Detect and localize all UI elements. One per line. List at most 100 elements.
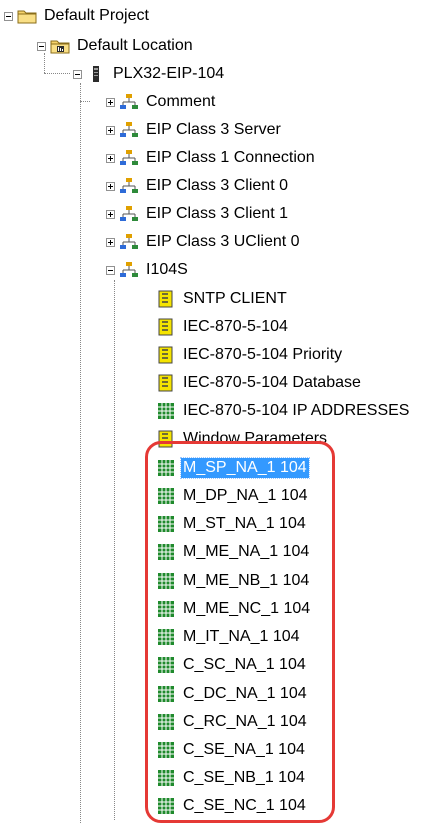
tree-node-eip-class1-connection[interactable]: EIP Class 1 Connection xyxy=(106,146,317,170)
tree-node-label: IEC-870-5-104 Priority xyxy=(183,346,343,363)
grid-table-icon xyxy=(156,487,176,505)
grid-table-icon xyxy=(156,628,176,646)
tree-node-label: Default Project xyxy=(44,7,149,24)
tree-node-eip-class3-client0[interactable]: EIP Class 3 Client 0 xyxy=(106,174,290,198)
grid-table-icon xyxy=(156,656,176,674)
tree-line xyxy=(80,101,90,102)
tree-node-label: IEC-870-5-104 IP ADDRESSES xyxy=(183,402,410,419)
collapse-toggle[interactable] xyxy=(106,265,115,275)
network-icon xyxy=(119,177,139,195)
expand-toggle[interactable] xyxy=(106,209,115,219)
tree-leaf-m-it-na-1[interactable]: M_IT_NA_1 104 xyxy=(156,625,302,649)
folder-icon xyxy=(17,7,37,25)
tree-leaf-sntp-client[interactable]: SNTP CLIENT xyxy=(156,287,289,311)
tree-leaf-m-me-na-1[interactable]: M_ME_NA_1 104 xyxy=(156,540,311,564)
grid-table-icon xyxy=(156,797,176,815)
grid-table-icon xyxy=(156,600,176,618)
tree-node-label: SNTP CLIENT xyxy=(183,290,287,307)
tree-node-label: M_ME_NC_1 104 xyxy=(183,600,311,617)
tree-line xyxy=(80,83,81,823)
location-folder-icon xyxy=(50,37,70,55)
grid-table-icon xyxy=(156,741,176,759)
tree-node-label: M_ME_NB_1 104 xyxy=(183,572,310,589)
tree-node-label: M_DP_NA_1 104 xyxy=(183,487,308,504)
tree-node-label: EIP Class 3 UClient 0 xyxy=(146,233,300,250)
tree-node-label: I104S xyxy=(146,261,188,278)
tree-node-default-location[interactable]: Default Location xyxy=(37,34,195,58)
tree-leaf-iec-priority[interactable]: IEC-870-5-104 Priority xyxy=(156,343,344,367)
tree-node-eip-class3-uclient0[interactable]: EIP Class 3 UClient 0 xyxy=(106,230,302,254)
tree-node-i104s[interactable]: I104S xyxy=(106,258,190,282)
tree-node-label: C_DC_NA_1 104 xyxy=(183,685,307,702)
tree-node-label: EIP Class 3 Client 0 xyxy=(146,177,288,194)
tree-node-label: C_SE_NB_1 104 xyxy=(183,769,305,786)
network-icon xyxy=(119,205,139,223)
device-icon xyxy=(86,65,106,83)
tree-node-label: C_SE_NA_1 104 xyxy=(183,741,305,758)
tree-line xyxy=(114,280,115,820)
tree-node-label: M_ME_NA_1 104 xyxy=(183,543,310,560)
collapse-toggle[interactable] xyxy=(4,11,13,21)
grid-table-icon xyxy=(156,685,176,703)
expand-toggle[interactable] xyxy=(106,153,115,163)
tree-line xyxy=(44,73,70,74)
grid-table-icon xyxy=(156,402,176,420)
expand-toggle[interactable] xyxy=(106,125,115,135)
grid-table-icon xyxy=(156,769,176,787)
tree-leaf-m-st-na-1[interactable]: M_ST_NA_1 104 xyxy=(156,512,308,536)
grid-table-icon xyxy=(156,572,176,590)
grid-table-icon xyxy=(156,543,176,561)
config-doc-icon xyxy=(156,290,176,308)
expand-toggle[interactable] xyxy=(106,181,115,191)
tree-node-label: EIP Class 1 Connection xyxy=(146,149,315,166)
config-doc-icon xyxy=(156,318,176,336)
tree-leaf-c-dc-na-1[interactable]: C_DC_NA_1 104 xyxy=(156,682,309,706)
collapse-toggle[interactable] xyxy=(73,69,82,79)
tree-leaf-iec-ip-addresses[interactable]: IEC-870-5-104 IP ADDRESSES xyxy=(156,399,411,423)
tree-node-label: M_IT_NA_1 104 xyxy=(183,628,300,645)
network-icon xyxy=(119,261,139,279)
expand-toggle[interactable] xyxy=(106,237,115,247)
tree-node-label: Default Location xyxy=(77,37,193,54)
tree-leaf-m-dp-na-1[interactable]: M_DP_NA_1 104 xyxy=(156,484,310,508)
tree-leaf-iec-870-5-104[interactable]: IEC-870-5-104 xyxy=(156,315,290,339)
tree-node-label: Comment xyxy=(146,93,216,110)
tree-node-label: EIP Class 3 Client 1 xyxy=(146,205,288,222)
tree-node-label: C_RC_NA_1 104 xyxy=(183,713,307,730)
tree-leaf-m-me-nc-1[interactable]: M_ME_NC_1 104 xyxy=(156,597,312,621)
tree-node-label: M_SP_NA_1 104 xyxy=(180,457,310,479)
tree-leaf-c-rc-na-1[interactable]: C_RC_NA_1 104 xyxy=(156,710,309,734)
tree-leaf-c-se-nc-1[interactable]: C_SE_NC_1 104 xyxy=(156,794,308,818)
tree-node-eip-class3-client1[interactable]: EIP Class 3 Client 1 xyxy=(106,202,290,226)
tree-node-label: C_SE_NC_1 104 xyxy=(183,797,306,814)
network-icon xyxy=(119,149,139,167)
tree-node-label: Window Parameters xyxy=(183,430,328,447)
tree-node-eip-class3-server[interactable]: EIP Class 3 Server xyxy=(106,118,283,142)
tree-leaf-c-se-na-1[interactable]: C_SE_NA_1 104 xyxy=(156,738,307,762)
network-icon xyxy=(119,93,139,111)
network-icon xyxy=(119,233,139,251)
tree-leaf-window-parameters[interactable]: Window Parameters xyxy=(156,427,329,451)
tree-leaf-iec-database[interactable]: IEC-870-5-104 Database xyxy=(156,371,363,395)
network-icon xyxy=(119,121,139,139)
tree-leaf-c-se-nb-1[interactable]: C_SE_NB_1 104 xyxy=(156,766,307,790)
tree-node-label: C_SC_NA_1 104 xyxy=(183,656,306,673)
grid-table-icon xyxy=(156,713,176,731)
tree-leaf-c-sc-na-1[interactable]: C_SC_NA_1 104 xyxy=(156,653,308,677)
tree-leaf-m-me-nb-1[interactable]: M_ME_NB_1 104 xyxy=(156,569,311,593)
tree-node-label: PLX32-EIP-104 xyxy=(113,65,225,82)
collapse-toggle[interactable] xyxy=(37,41,46,51)
tree-node-comment[interactable]: Comment xyxy=(106,90,217,114)
grid-table-icon xyxy=(156,515,176,533)
project-tree: Default Project Default Location PLX32-E… xyxy=(0,0,428,827)
tree-node-module[interactable]: PLX32-EIP-104 xyxy=(73,62,226,86)
tree-node-label: M_ST_NA_1 104 xyxy=(183,515,306,532)
config-doc-icon xyxy=(156,374,176,392)
grid-table-icon xyxy=(156,459,176,477)
tree-node-default-project[interactable]: Default Project xyxy=(4,4,151,28)
expand-toggle[interactable] xyxy=(106,97,115,107)
tree-node-label: EIP Class 3 Server xyxy=(146,121,281,138)
tree-leaf-m-sp-na-1[interactable]: M_SP_NA_1 104 xyxy=(156,456,310,480)
tree-node-label: IEC-870-5-104 Database xyxy=(183,374,361,391)
config-doc-icon xyxy=(156,346,176,364)
